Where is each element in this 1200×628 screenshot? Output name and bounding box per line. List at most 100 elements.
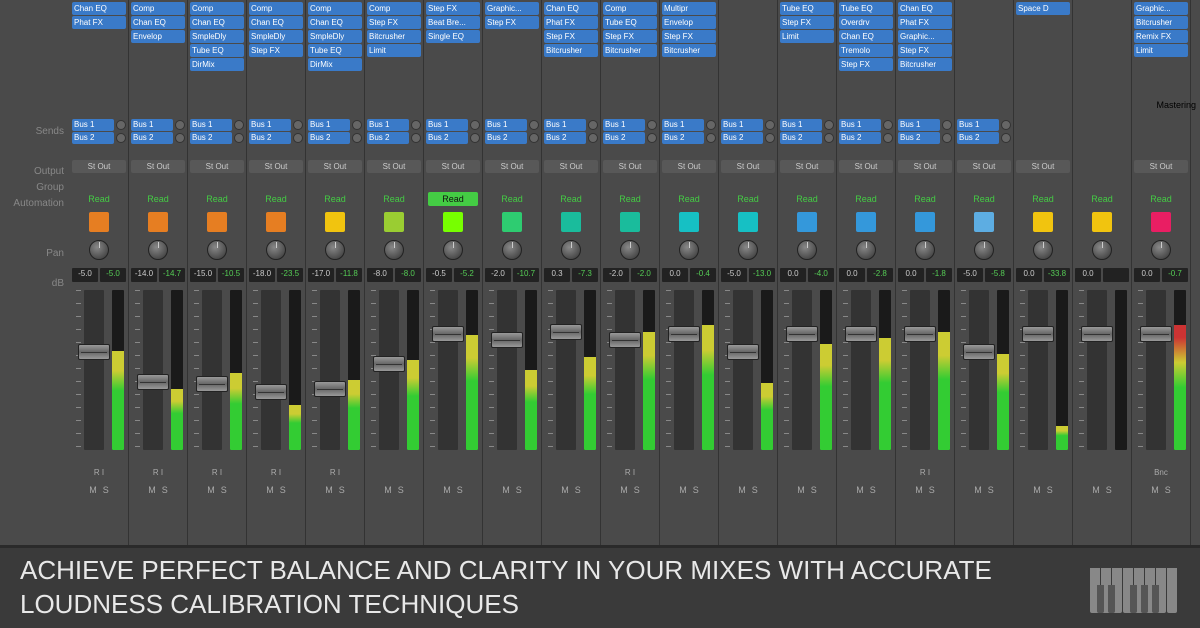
send-bus[interactable]: Bus 1 [780,119,822,131]
send-bus[interactable]: Bus 2 [72,132,114,144]
mute-button[interactable]: M [679,485,687,495]
automation-mode[interactable]: Read [70,192,128,206]
send-knob[interactable] [824,120,834,130]
automation-mode[interactable]: Read [542,192,600,206]
insert-plugin[interactable]: Chan EQ [131,16,185,29]
mute-button[interactable]: M [561,485,569,495]
automation-mode[interactable]: Read [1014,192,1072,206]
insert-plugin[interactable]: Step FX [662,30,716,43]
send-bus[interactable]: Bus 1 [308,119,350,131]
solo-button[interactable]: S [634,485,640,495]
output-button[interactable]: St Out [367,160,421,173]
solo-button[interactable]: S [988,485,994,495]
mute-button[interactable]: M [856,485,864,495]
mute-button[interactable]: M [207,485,215,495]
insert-plugin[interactable]: Chan EQ [898,2,952,15]
pan-knob[interactable] [148,240,168,260]
track-icon[interactable] [561,212,581,232]
insert-plugin[interactable]: Tube EQ [780,2,834,15]
solo-button[interactable]: S [221,485,227,495]
pan-knob[interactable] [89,240,109,260]
insert-plugin[interactable]: Bitcrusher [603,44,657,57]
insert-plugin[interactable]: Step FX [426,2,480,15]
fader-handle[interactable] [609,332,641,348]
insert-plugin[interactable]: SmpleDly [190,30,244,43]
solo-button[interactable]: S [1106,485,1112,495]
fader-handle[interactable] [255,384,287,400]
pan-knob[interactable] [1033,240,1053,260]
send-bus[interactable]: Bus 2 [249,132,291,144]
fader-handle[interactable] [786,326,818,342]
insert-plugin[interactable]: Single EQ [426,30,480,43]
automation-mode[interactable]: Read [778,192,836,206]
insert-plugin[interactable]: Chan EQ [544,2,598,15]
send-bus[interactable]: Bus 2 [485,132,527,144]
mute-button[interactable]: M [1151,485,1159,495]
insert-plugin[interactable]: Multipr [662,2,716,15]
output-button[interactable]: St Out [72,160,126,173]
automation-mode[interactable]: Read [483,192,541,206]
send-bus[interactable]: Bus 1 [839,119,881,131]
automation-mode[interactable]: Read [365,192,423,206]
send-knob[interactable] [588,133,598,143]
insert-plugin[interactable]: Chan EQ [72,2,126,15]
send-knob[interactable] [293,120,303,130]
insert-plugin[interactable]: DirMix [190,58,244,71]
track-icon[interactable] [679,212,699,232]
mute-button[interactable]: M [266,485,274,495]
send-bus[interactable]: Bus 1 [72,119,114,131]
insert-plugin[interactable]: Space D [1016,2,1070,15]
send-bus[interactable]: Bus 1 [367,119,409,131]
send-knob[interactable] [1001,120,1011,130]
insert-plugin[interactable]: Bitcrusher [1134,16,1188,29]
send-bus[interactable]: Bus 1 [603,119,645,131]
insert-plugin[interactable]: Step FX [898,44,952,57]
insert-plugin[interactable]: Graphic... [485,2,539,15]
insert-plugin[interactable]: Chan EQ [249,16,303,29]
output-button[interactable]: St Out [131,160,185,173]
insert-plugin[interactable]: Remix FX [1134,30,1188,43]
pan-knob[interactable] [1151,240,1171,260]
output-button[interactable]: St Out [662,160,716,173]
insert-plugin[interactable]: SmpleDly [308,30,362,43]
send-knob[interactable] [529,133,539,143]
send-knob[interactable] [529,120,539,130]
fader-handle[interactable] [668,326,700,342]
insert-plugin[interactable]: Chan EQ [839,30,893,43]
send-bus[interactable]: Bus 2 [308,132,350,144]
insert-plugin[interactable]: Step FX [780,16,834,29]
output-button[interactable]: St Out [190,160,244,173]
solo-button[interactable]: S [929,485,935,495]
insert-plugin[interactable]: Comp [367,2,421,15]
automation-mode[interactable]: Read [719,192,777,206]
pan-knob[interactable] [974,240,994,260]
solo-button[interactable]: S [752,485,758,495]
send-bus[interactable]: Bus 1 [662,119,704,131]
solo-button[interactable]: S [1047,485,1053,495]
pan-knob[interactable] [325,240,345,260]
solo-button[interactable]: S [339,485,345,495]
automation-mode[interactable]: Read [601,192,659,206]
insert-plugin[interactable]: Bitcrusher [544,44,598,57]
output-button[interactable]: St Out [1016,160,1070,173]
insert-plugin[interactable]: Envelop [131,30,185,43]
insert-plugin[interactable]: Limit [780,30,834,43]
mute-button[interactable]: M [502,485,510,495]
send-knob[interactable] [234,120,244,130]
send-bus[interactable]: Bus 1 [426,119,468,131]
insert-plugin[interactable]: Comp [308,2,362,15]
send-knob[interactable] [470,133,480,143]
track-icon[interactable] [1033,212,1053,232]
send-knob[interactable] [588,120,598,130]
send-knob[interactable] [352,133,362,143]
automation-mode[interactable]: Read [896,192,954,206]
send-knob[interactable] [175,133,185,143]
insert-plugin[interactable]: Beat Bre... [426,16,480,29]
insert-plugin[interactable]: Graphic... [898,30,952,43]
send-knob[interactable] [824,133,834,143]
mute-button[interactable]: M [915,485,923,495]
fader-handle[interactable] [1022,326,1054,342]
send-knob[interactable] [175,120,185,130]
insert-plugin[interactable]: Tube EQ [839,2,893,15]
fader-handle[interactable] [904,326,936,342]
